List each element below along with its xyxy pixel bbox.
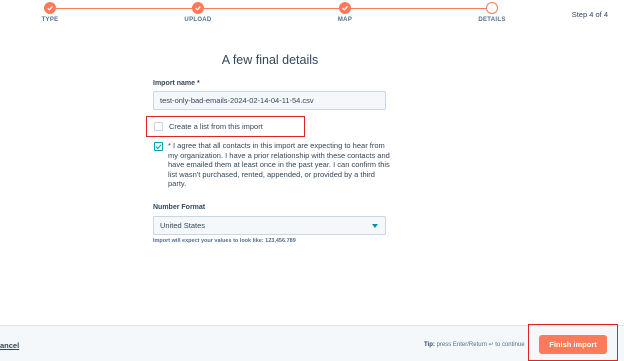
- page-title: A few final details: [221, 53, 319, 67]
- number-format-label: Number Format: [153, 204, 206, 211]
- import-name-input[interactable]: test-only-bad-emails-2024-02-14-04-11-54…: [153, 91, 386, 110]
- step-label-type: TYPE: [41, 17, 59, 23]
- number-format-value: United States: [160, 221, 206, 230]
- step-upload-check-icon: [192, 2, 204, 14]
- checkmark-icon: [155, 144, 162, 150]
- step-details-current-icon: [486, 2, 498, 14]
- tip-prefix: Tip:: [424, 342, 435, 348]
- create-list-checkbox[interactable]: [154, 122, 163, 131]
- step-label-details: DETAILS: [478, 17, 506, 23]
- consent-text: * I agree that all contacts in this impo…: [168, 141, 390, 189]
- consent-checkbox[interactable]: [154, 142, 163, 151]
- progress-stepper: TYPE UPLOAD MAP DETAILS Step 4 of 4: [0, 0, 624, 30]
- caret-down-icon: [372, 224, 378, 228]
- import-name-label: Import name *: [153, 80, 200, 87]
- create-list-label[interactable]: Create a list from this import: [169, 122, 263, 131]
- step-map-check-icon: [339, 2, 351, 14]
- number-format-hint: Import will expect your values to look l…: [153, 238, 296, 244]
- step-type-check-icon: [44, 2, 56, 14]
- cancel-link[interactable]: ancel: [0, 341, 19, 350]
- tip-text: press Enter/Return ↵ to continue: [436, 342, 525, 348]
- keyboard-tip: Tip: press Enter/Return ↵ to continue: [424, 341, 525, 348]
- stepper-line: [204, 8, 339, 9]
- step-count: Step 4 of 4: [571, 10, 608, 19]
- stepper-line: [56, 8, 192, 9]
- step-label-map: MAP: [337, 17, 353, 23]
- step-label-upload: UPLOAD: [184, 17, 212, 23]
- number-format-select[interactable]: United States: [153, 216, 386, 235]
- stepper-line: [351, 8, 486, 9]
- finish-import-button[interactable]: Finish import: [539, 335, 607, 354]
